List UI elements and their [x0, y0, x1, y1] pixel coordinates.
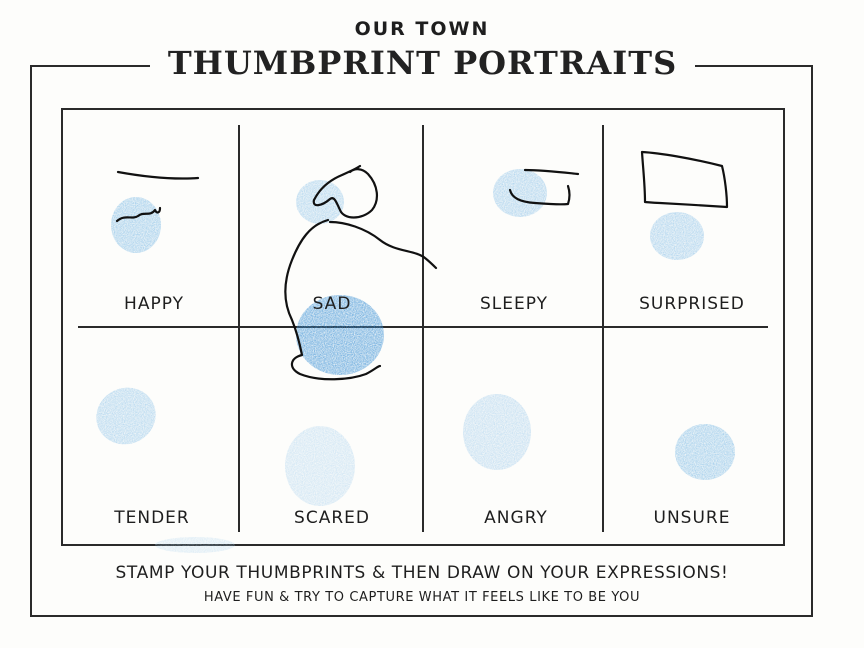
emotion-label-angry: ANGRY — [484, 508, 548, 528]
worksheet: OUR TOWN THUMBPRINT PORTRAITS HAPPY SAD … — [0, 0, 864, 648]
instructions-sub: HAVE FUN & TRY TO CAPTURE WHAT IT FEELS … — [203, 590, 641, 605]
emotion-label-sleepy: SLEEPY — [479, 294, 548, 314]
instructions-main: STAMP YOUR THUMBPRINTS & THEN DRAW ON YO… — [115, 563, 729, 583]
thumbprint-drawings — [96, 150, 735, 553]
thumbprint-tender — [96, 387, 156, 445]
drawing-surprised-box — [640, 150, 729, 209]
thumbprint-angry — [463, 394, 531, 470]
emotion-label-scared: SCARED — [294, 508, 370, 528]
thumbprint-surprised — [650, 212, 704, 260]
emotion-label-surprised: SURPRISED — [639, 294, 745, 314]
thumbprint-unsure — [675, 424, 735, 480]
emotion-label-tender: TENDER — [114, 508, 190, 528]
thumbprint-sleepy — [493, 169, 547, 217]
thumbprint-happy — [111, 197, 161, 253]
thumbprint-smudge — [155, 537, 235, 553]
thumbprint-scared — [285, 426, 355, 506]
drawing-happy-brow — [116, 170, 200, 180]
emotion-label-sad: SAD — [312, 294, 352, 314]
emotion-label-happy: HAPPY — [124, 294, 184, 314]
emotion-label-unsure: UNSURE — [653, 508, 731, 528]
